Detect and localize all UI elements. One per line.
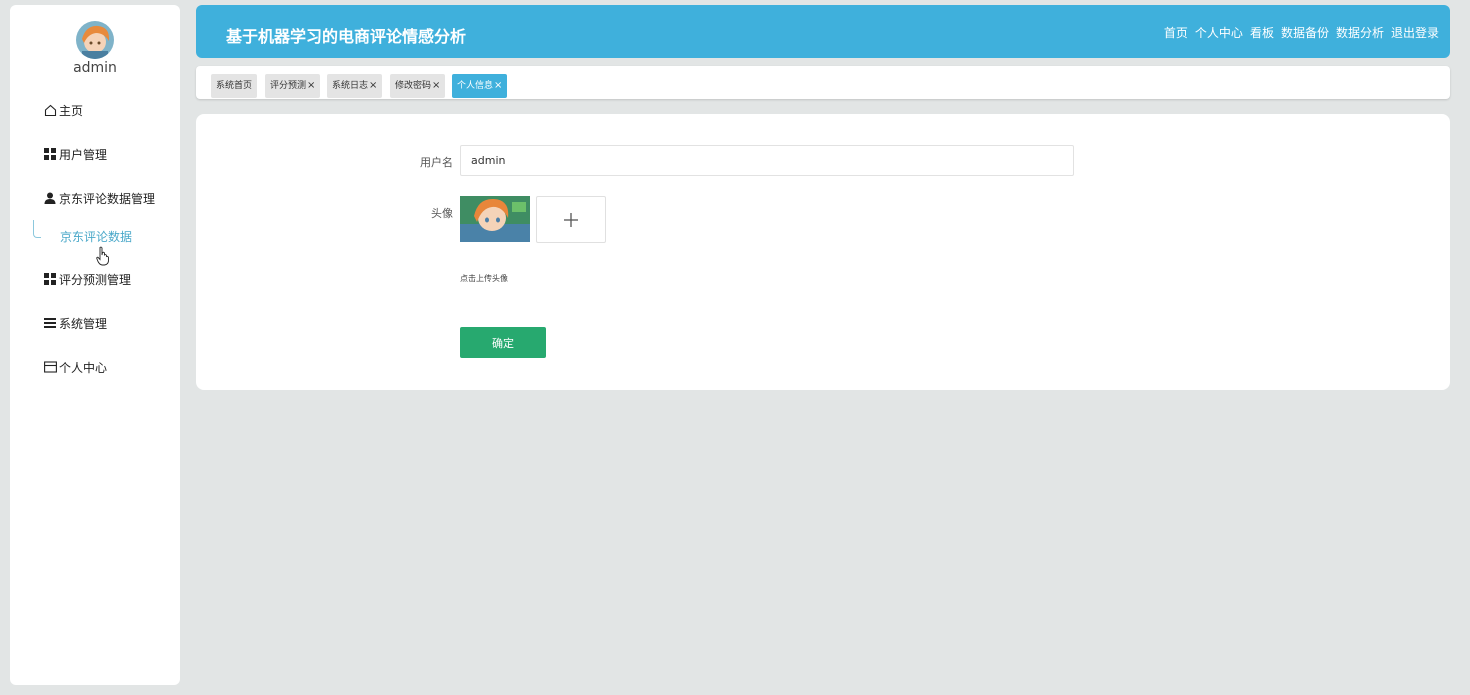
nav-data-analysis[interactable]: 数据分析	[1336, 24, 1384, 41]
hand-cursor-icon	[96, 246, 110, 270]
nav-personal-center[interactable]: 个人中心	[1195, 24, 1243, 41]
nav-dashboard[interactable]: 看板	[1250, 24, 1274, 41]
plus-icon	[564, 212, 578, 227]
nav-logout[interactable]: 退出登录	[1391, 24, 1439, 41]
sidebar-item-label: 个人中心	[59, 360, 108, 375]
tab-score-prediction[interactable]: 评分预测×	[265, 74, 321, 98]
sidebar-item-personal-center[interactable]: 个人中心	[43, 357, 107, 377]
tab-label: 修改密码	[395, 81, 432, 91]
tab-system-log[interactable]: 系统日志×	[327, 74, 383, 98]
sidebar-item-label: 评分预测管理	[59, 272, 132, 287]
tab-label: 系统首页	[216, 81, 253, 91]
tab-system-home[interactable]: 系统首页	[211, 74, 258, 98]
sidebar-item-home[interactable]: 主页	[43, 100, 83, 120]
user-icon	[43, 191, 57, 205]
avatar-label: 头像	[431, 207, 453, 220]
nav-home[interactable]: 首页	[1164, 24, 1188, 41]
sidebar-item-user-management[interactable]: 用户管理	[43, 144, 107, 164]
sidebar-username: admin	[73, 60, 117, 76]
nav-data-backup[interactable]: 数据备份	[1281, 24, 1329, 41]
sidebar-item-label: 用户管理	[59, 147, 108, 162]
home-icon	[43, 103, 57, 117]
sidebar-item-system-management[interactable]: 系统管理	[43, 313, 107, 333]
username-input[interactable]: admin	[460, 145, 1074, 176]
upload-hint: 点击上传头像	[460, 274, 508, 283]
sidebar-subitem-jd-comment-data[interactable]: 京东评论数据	[60, 228, 132, 245]
sidebar-item-score-prediction-management[interactable]: 评分预测管理	[43, 269, 131, 289]
avatar-upload-button[interactable]	[536, 196, 606, 243]
confirm-button[interactable]: 确定	[460, 327, 546, 358]
close-icon[interactable]: ×	[432, 80, 440, 91]
list-icon	[43, 316, 57, 330]
grid-icon	[43, 147, 57, 161]
user-avatar[interactable]	[76, 21, 114, 59]
close-icon[interactable]: ×	[494, 80, 502, 91]
tab-label: 系统日志	[332, 81, 369, 91]
close-icon[interactable]: ×	[369, 80, 377, 91]
app-title: 基于机器学习的电商评论情感分析	[226, 27, 467, 46]
tab-label: 评分预测	[270, 81, 307, 91]
sidebar-item-label: 京东评论数据管理	[59, 191, 156, 206]
sidebar-item-label: 主页	[59, 103, 84, 118]
close-icon[interactable]: ×	[307, 80, 315, 91]
card-icon	[43, 360, 57, 374]
grid-icon	[43, 272, 57, 286]
avatar-preview[interactable]	[460, 196, 530, 242]
profile-form-panel: 用户名 admin 头像 点击上传头像 确定	[196, 114, 1450, 390]
sidebar-item-jd-comment-management[interactable]: 京东评论数据管理	[43, 188, 155, 208]
username-label: 用户名	[420, 156, 453, 169]
submenu-connector	[33, 220, 41, 238]
top-header: 基于机器学习的电商评论情感分析 首页 个人中心 看板 数据备份 数据分析 退出登…	[196, 5, 1450, 58]
tab-change-password[interactable]: 修改密码×	[390, 74, 446, 98]
header-nav: 首页 个人中心 看板 数据备份 数据分析 退出登录	[1164, 24, 1439, 41]
sidebar-item-label: 系统管理	[59, 316, 108, 331]
tab-personal-info[interactable]: 个人信息×	[452, 74, 508, 98]
tab-bar: 系统首页 评分预测× 系统日志× 修改密码× 个人信息×	[196, 66, 1450, 99]
tab-label: 个人信息	[457, 81, 494, 91]
sidebar: admin 主页 用户管理 京东评论数据管理 京东评论数据 评分预测管理 系统管…	[10, 5, 180, 685]
